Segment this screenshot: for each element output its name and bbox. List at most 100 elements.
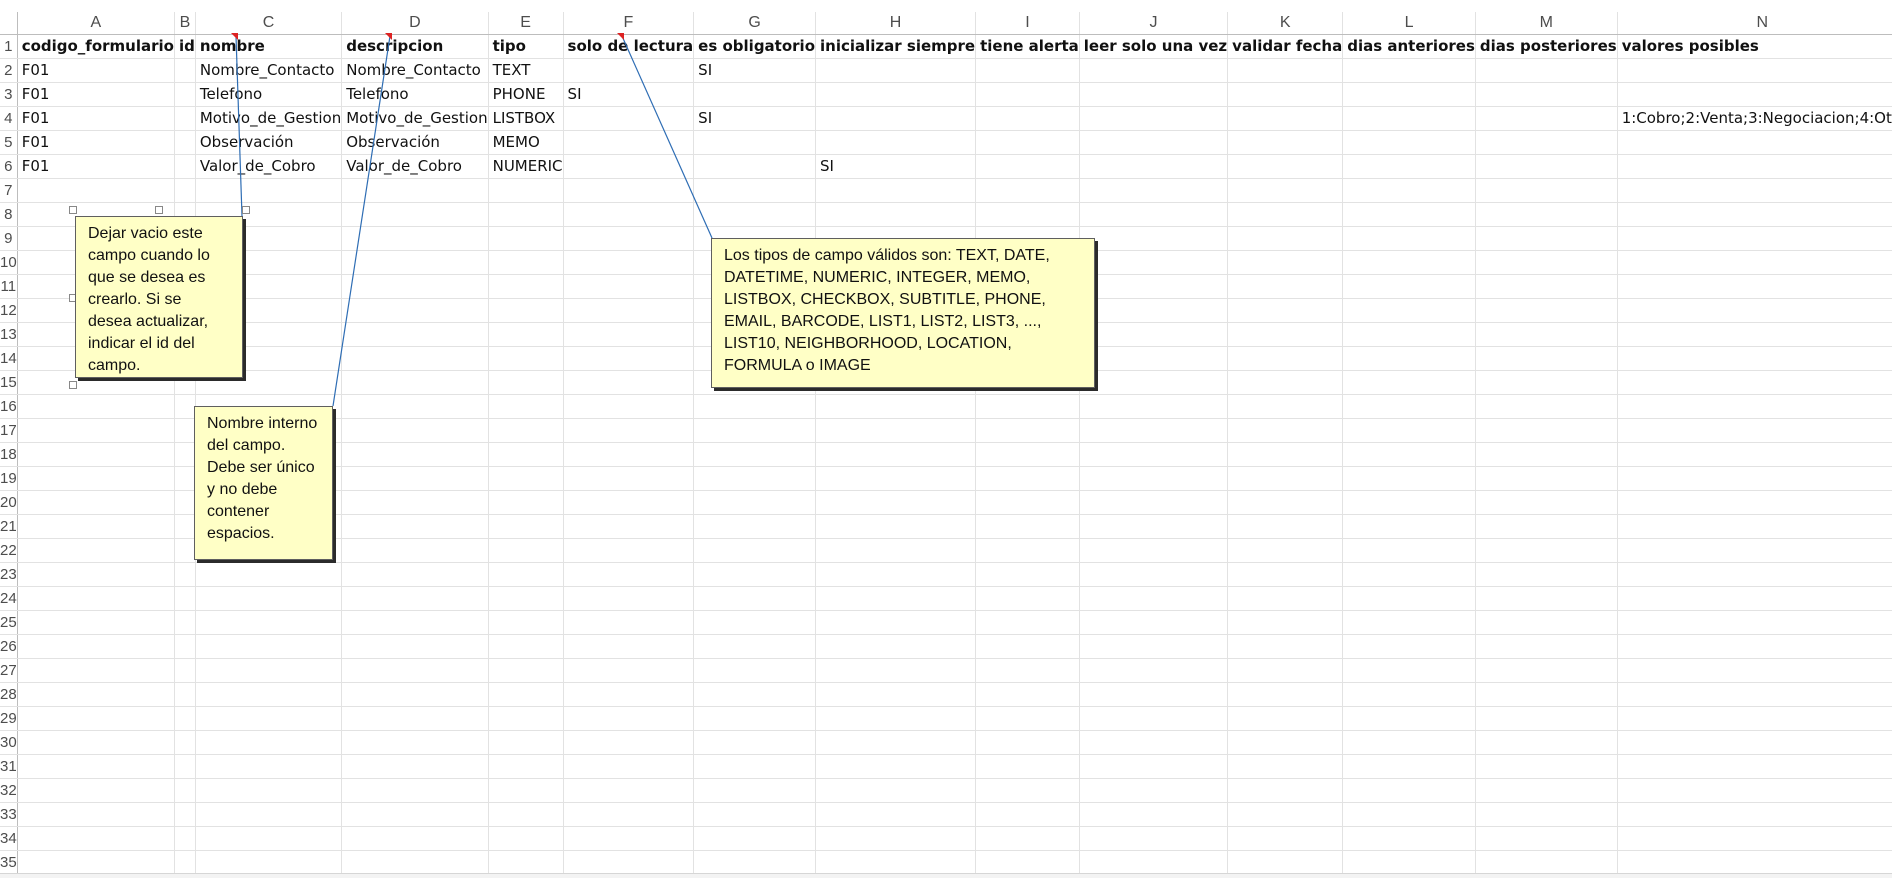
cell-h28[interactable] <box>815 682 977 707</box>
cell-e2[interactable]: TEXT <box>488 58 564 83</box>
cell-i31[interactable] <box>975 754 1080 779</box>
row-header[interactable]: 8 <box>0 202 18 227</box>
select-all-corner[interactable] <box>0 12 18 35</box>
cell-n14[interactable] <box>1617 346 1892 371</box>
cell-j4[interactable] <box>1079 106 1229 131</box>
row-header[interactable]: 10 <box>0 250 18 275</box>
cell-l2[interactable] <box>1342 58 1476 83</box>
cell-i7[interactable] <box>975 178 1080 203</box>
cell-f29[interactable] <box>563 706 695 731</box>
cell-e33[interactable] <box>488 802 564 827</box>
cell-e6[interactable]: NUMERIC <box>488 154 564 179</box>
cell-n32[interactable] <box>1617 778 1892 803</box>
cell-c31[interactable] <box>195 754 343 779</box>
row-header[interactable]: 7 <box>0 178 18 203</box>
cell-g30[interactable] <box>693 730 817 755</box>
cell-h35[interactable] <box>815 850 977 873</box>
cell-b1[interactable]: id <box>174 34 196 59</box>
cell-g24[interactable] <box>693 586 817 611</box>
cell-i28[interactable] <box>975 682 1080 707</box>
cell-d5[interactable]: Observación <box>341 130 489 155</box>
cell-m17[interactable] <box>1475 418 1618 443</box>
cell-i29[interactable] <box>975 706 1080 731</box>
resize-handle[interactable] <box>69 206 77 214</box>
cell-h21[interactable] <box>815 514 977 539</box>
cell-m20[interactable] <box>1475 490 1618 515</box>
cell-c24[interactable] <box>195 586 343 611</box>
cell-h34[interactable] <box>815 826 977 851</box>
cell-i25[interactable] <box>975 610 1080 635</box>
cell-g22[interactable] <box>693 538 817 563</box>
cell-n26[interactable] <box>1617 634 1892 659</box>
cell-k21[interactable] <box>1227 514 1344 539</box>
cell-i21[interactable] <box>975 514 1080 539</box>
cell-d35[interactable] <box>341 850 489 873</box>
row-header[interactable]: 25 <box>0 610 18 635</box>
column-header-k[interactable]: K <box>1227 12 1344 35</box>
cell-e22[interactable] <box>488 538 564 563</box>
cell-d14[interactable] <box>341 346 489 371</box>
cell-n34[interactable] <box>1617 826 1892 851</box>
cell-h27[interactable] <box>815 658 977 683</box>
cell-h17[interactable] <box>815 418 977 443</box>
cell-l20[interactable] <box>1342 490 1476 515</box>
cell-l5[interactable] <box>1342 130 1476 155</box>
cell-i32[interactable] <box>975 778 1080 803</box>
row-header[interactable]: 29 <box>0 706 18 731</box>
column-header-d[interactable]: D <box>341 12 489 35</box>
cell-f24[interactable] <box>563 586 695 611</box>
cell-m11[interactable] <box>1475 274 1618 299</box>
cell-f11[interactable] <box>563 274 695 299</box>
cell-l7[interactable] <box>1342 178 1476 203</box>
cell-j16[interactable] <box>1079 394 1229 419</box>
cell-j1[interactable]: leer solo una vez <box>1079 34 1229 59</box>
cell-j10[interactable] <box>1079 250 1229 275</box>
cell-i27[interactable] <box>975 658 1080 683</box>
column-header-m[interactable]: M <box>1475 12 1618 35</box>
cell-h4[interactable] <box>815 106 977 131</box>
cell-f22[interactable] <box>563 538 695 563</box>
cell-j7[interactable] <box>1079 178 1229 203</box>
cell-b6[interactable] <box>174 154 196 179</box>
cell-n5[interactable] <box>1617 130 1892 155</box>
cell-m25[interactable] <box>1475 610 1618 635</box>
cell-k32[interactable] <box>1227 778 1344 803</box>
cell-n19[interactable] <box>1617 466 1892 491</box>
column-header-b[interactable]: B <box>174 12 196 35</box>
cell-e14[interactable] <box>488 346 564 371</box>
cell-j15[interactable] <box>1079 370 1229 395</box>
cell-d32[interactable] <box>341 778 489 803</box>
cell-g3[interactable] <box>693 82 817 107</box>
cell-j30[interactable] <box>1079 730 1229 755</box>
column-header-a[interactable]: A <box>17 12 175 35</box>
cell-i35[interactable] <box>975 850 1080 873</box>
cell-a4[interactable]: F01 <box>17 106 175 131</box>
cell-h31[interactable] <box>815 754 977 779</box>
cell-g20[interactable] <box>693 490 817 515</box>
cell-f23[interactable] <box>563 562 695 587</box>
row-header[interactable]: 13 <box>0 322 18 347</box>
cell-b24[interactable] <box>174 586 196 611</box>
cell-i34[interactable] <box>975 826 1080 851</box>
cell-l1[interactable]: dias anteriores <box>1342 34 1476 59</box>
column-header-g[interactable]: G <box>693 12 817 35</box>
cell-b31[interactable] <box>174 754 196 779</box>
cell-m29[interactable] <box>1475 706 1618 731</box>
cell-k12[interactable] <box>1227 298 1344 323</box>
cell-k2[interactable] <box>1227 58 1344 83</box>
cell-e31[interactable] <box>488 754 564 779</box>
cell-j31[interactable] <box>1079 754 1229 779</box>
cell-l6[interactable] <box>1342 154 1476 179</box>
cell-f6[interactable] <box>563 154 695 179</box>
cell-a32[interactable] <box>17 778 175 803</box>
cell-c25[interactable] <box>195 610 343 635</box>
cell-e15[interactable] <box>488 370 564 395</box>
cell-j6[interactable] <box>1079 154 1229 179</box>
cell-j8[interactable] <box>1079 202 1229 227</box>
cell-k17[interactable] <box>1227 418 1344 443</box>
cell-k6[interactable] <box>1227 154 1344 179</box>
cell-b35[interactable] <box>174 850 196 873</box>
cell-m7[interactable] <box>1475 178 1618 203</box>
cell-k18[interactable] <box>1227 442 1344 467</box>
cell-l31[interactable] <box>1342 754 1476 779</box>
